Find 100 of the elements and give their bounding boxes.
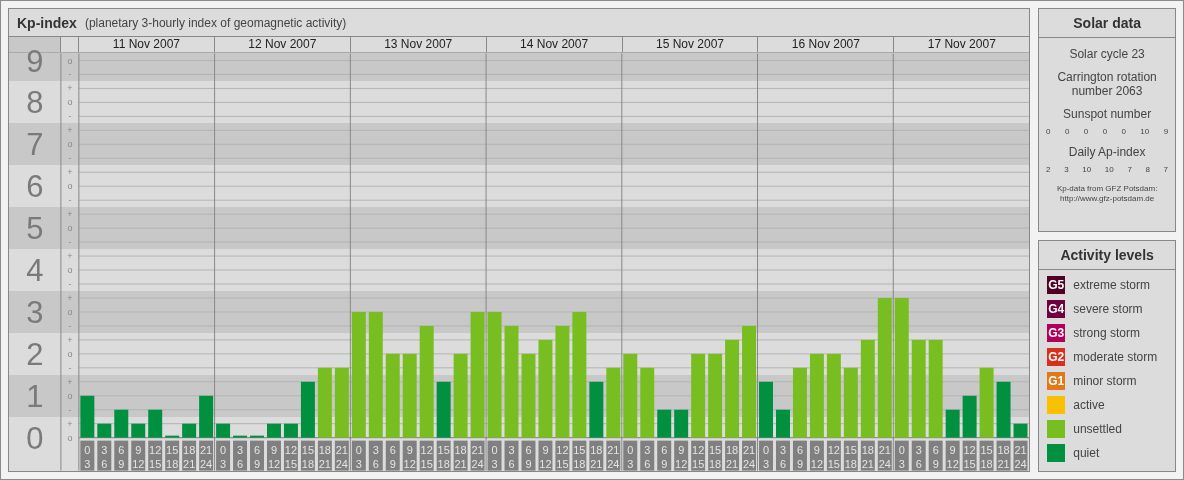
hour-label: 6 9: [250, 440, 264, 471]
y-axis-label: 6: [26, 169, 44, 205]
hour-label: 9 12: [538, 440, 553, 471]
sunspot-value: 0: [1046, 127, 1051, 136]
day-label: 14 Nov 2007: [486, 37, 623, 52]
hour-label: 0 3: [623, 440, 638, 471]
source-link[interactable]: http://www.gfz-potsdam.de: [1056, 194, 1158, 204]
y-minor-tick-label: +: [67, 292, 73, 303]
sunspot-value: 0: [1102, 127, 1108, 136]
ap-value: 7: [1127, 165, 1132, 174]
panel-title: Activity levels: [1039, 241, 1175, 270]
hour-label: 18 21: [589, 440, 604, 471]
hour-label: 6 9: [521, 440, 536, 471]
kp-bar: [114, 409, 129, 438]
legend-label: minor storm: [1073, 374, 1137, 388]
sunspot-heading: Sunspot number: [1063, 107, 1152, 121]
x-tick-label: 6 9: [389, 443, 396, 470]
y-axis-label: 4: [26, 253, 44, 288]
ap-value: 10: [1104, 165, 1114, 174]
chart-title: Kp-index: [17, 14, 77, 31]
y-minor-tick-label: -: [68, 362, 72, 373]
hour-label: 15 18: [572, 440, 587, 471]
level-badge: G5: [1047, 276, 1066, 294]
hour-label: 18 21: [453, 440, 468, 471]
y-minor-tick-label: o: [67, 432, 73, 443]
hour-label: 3 6: [504, 440, 519, 471]
hour-label: 9 12: [945, 440, 960, 471]
hour-label: 12 15: [826, 440, 841, 471]
hour-label: 12 15: [962, 440, 977, 471]
hour-label: 21 24: [606, 440, 621, 471]
legend-label: extreme storm: [1073, 278, 1150, 292]
chart-subtitle: (planetary 3-hourly index of geomagnetic activity): [84, 15, 347, 30]
hour-label: 12 15: [555, 440, 570, 471]
hour-label: 6 9: [114, 440, 129, 471]
kp-bar: [792, 367, 807, 438]
kp-bar: [776, 409, 790, 438]
x-tick-label: 3 6: [236, 443, 244, 470]
level-badge: G1: [1047, 372, 1066, 390]
kp-bar: [674, 409, 689, 438]
kp-bar: [165, 435, 180, 438]
hour-label: 15 18: [708, 440, 723, 471]
hour-label: 18 21: [317, 440, 332, 471]
x-tick-label: 6 9: [118, 443, 125, 470]
sunspot-value: 0: [1121, 127, 1126, 136]
y-minor-tick-label: +: [67, 418, 73, 429]
y-minor-tick-label: -: [68, 111, 72, 122]
hour-label: 18 21: [860, 440, 875, 471]
hour-label: 12 15: [283, 440, 298, 471]
day-label: 15 Nov 2007: [622, 37, 759, 52]
y-axis-label: 2: [26, 336, 44, 372]
x-tick-label: 3 6: [101, 443, 108, 470]
y-minor-tick-label: -: [68, 69, 72, 80]
sunspot-value: 10: [1140, 127, 1150, 136]
day-label: 12 Nov 2007: [214, 37, 351, 52]
hour-label: 9 12: [267, 440, 281, 471]
hour-label: 18 21: [725, 440, 740, 471]
hour-label: 21 24: [1013, 440, 1028, 471]
hour-label: 15 18: [436, 440, 451, 471]
hour-label: 3 6: [368, 440, 383, 471]
legend-label: quiet: [1073, 446, 1100, 460]
y-axis-label: 0: [26, 420, 44, 456]
y-minor-tick-label: +: [67, 334, 73, 345]
kp-bar: [250, 435, 264, 438]
legend-label: strong storm: [1073, 326, 1140, 340]
ap-value: 7: [1163, 165, 1169, 174]
kp-bar: [199, 395, 214, 438]
x-tick-label: 6 9: [525, 443, 532, 470]
kp-bar: [657, 409, 672, 438]
kp-bar: [640, 367, 655, 438]
hour-label: 12 15: [419, 440, 434, 471]
kp-bar: [843, 367, 858, 438]
level-badge: G4: [1047, 300, 1066, 318]
y-minor-tick-label: -: [68, 153, 72, 164]
hour-label: 6 9: [792, 440, 807, 471]
hour-label: 15 18: [843, 440, 858, 471]
y-minor-tick-label: -: [68, 404, 72, 415]
y-minor-tick-label: o: [67, 181, 73, 192]
x-tick-label: 3 6: [508, 443, 515, 470]
kp-bar: [945, 409, 960, 438]
ap-value: 8: [1145, 165, 1150, 174]
x-tick-label: 0 3: [627, 443, 634, 470]
y-minor-tick-label: +: [67, 125, 73, 136]
y-minor-tick-label: +: [67, 376, 73, 387]
y-minor-tick-label: o: [67, 265, 73, 276]
y-minor-tick-label: o: [67, 97, 73, 108]
kp-bar: [317, 367, 332, 438]
x-tick-label: 6 9: [661, 443, 668, 470]
kp-bar: [589, 381, 604, 438]
x-tick-label: 3 6: [372, 443, 379, 470]
hour-label: 3 6: [640, 440, 655, 471]
day-label: 16 Nov 2007: [758, 37, 895, 52]
legend-label: moderate storm: [1073, 350, 1158, 364]
day-label: 11 Nov 2007: [79, 37, 215, 52]
y-minor-tick-label: -: [68, 237, 72, 248]
hour-label: 12 15: [148, 440, 163, 471]
kp-bar: [606, 367, 621, 438]
hour-label: 6 9: [928, 440, 943, 471]
carrington-rotation: Carrington rotation number 2063: [1056, 70, 1158, 98]
x-tick-label: 0 3: [355, 443, 362, 470]
level-badge: G2: [1047, 348, 1066, 366]
